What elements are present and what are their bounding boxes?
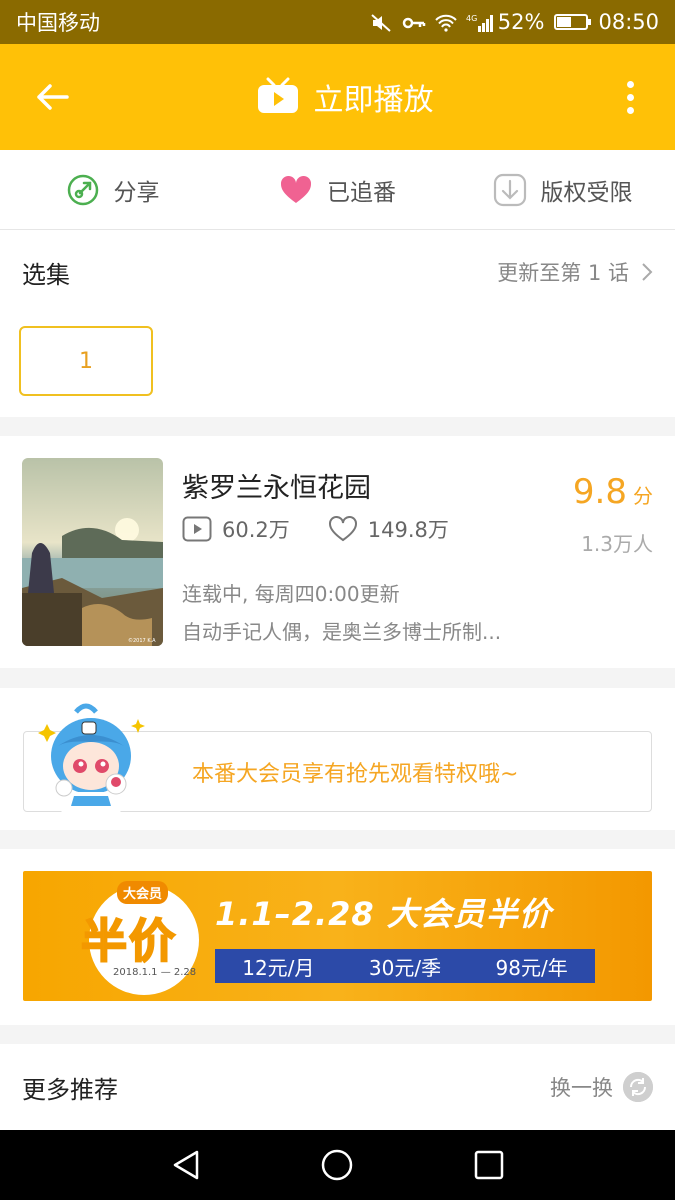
battery-fill [557, 17, 572, 27]
score-value: 9.8 [572, 472, 627, 512]
more-recommend-header: 更多推荐 换一换 [0, 1044, 675, 1130]
anime-title: 紫罗兰永恒花园 [182, 473, 371, 504]
mascot-image [36, 700, 146, 820]
vip-promo-section: 本番大会员享有抢先观看特权哦~ [0, 688, 675, 830]
favorite-count-value: 149.8万 [367, 518, 449, 542]
vip-sale-section: 大会员 半价 2018.1.1 — 2.28 1.1–2.28 大会员半价 12… [0, 849, 675, 1025]
refresh-icon [623, 1072, 653, 1102]
price-month: 12元/月 [242, 955, 315, 980]
svg-text:4G: 4G [466, 14, 477, 23]
back-arrow-icon [37, 84, 69, 110]
price-year: 98元/年 [495, 955, 568, 980]
carrier-label: 中国移动 [16, 11, 100, 35]
nav-recent-button[interactable] [467, 1143, 511, 1187]
update-label: 更新至第 1 话 [497, 261, 629, 285]
vip-sale-banner[interactable]: 大会员 半价 2018.1.1 — 2.28 1.1–2.28 大会员半价 12… [23, 871, 652, 1001]
chevron-right-icon [642, 263, 653, 281]
signal-icon: 4G [466, 13, 493, 32]
play-count-value: 60.2万 [222, 518, 290, 542]
episode-section: 选集 更新至第 1 话 1 [0, 230, 675, 417]
clock: 08:50 [598, 10, 659, 34]
svg-text:©2017 K.A: ©2017 K.A [128, 637, 156, 644]
mute-icon [370, 13, 392, 32]
score-unit: 分 [633, 484, 653, 508]
play-now-button[interactable]: 立即播放 [256, 75, 434, 119]
status-bar: 中国移动 4G 52% 08:50 [0, 0, 675, 44]
share-icon [67, 174, 98, 205]
voter-count: 1.3万人 [581, 532, 653, 556]
half-price-text: 半价 [80, 913, 177, 969]
status-icons: 4G 52% 08:50 [370, 10, 659, 34]
nav-home-button[interactable] [315, 1143, 359, 1187]
back-button[interactable] [30, 75, 74, 119]
price-season: 30元/季 [368, 955, 442, 980]
follow-label: 已追番 [327, 179, 396, 206]
badge-dates: 2018.1.1 — 2.28 [113, 967, 197, 978]
swap-label: 换一换 [550, 1076, 613, 1100]
play-count: 60.2万 [182, 514, 290, 544]
heart-icon [280, 175, 312, 203]
anime-score: 9.8 分 [573, 472, 653, 512]
heart-outline-icon [328, 516, 357, 542]
app-bar: 立即播放 [0, 44, 675, 150]
anime-description: 自动手记人偶，是奥兰多博士所制... [182, 620, 502, 644]
battery-percent: 52% [497, 10, 545, 34]
page-title: 立即播放 [313, 83, 434, 118]
wifi-icon [434, 13, 457, 32]
sale-headline: 1.1–2.28 大会员半价 [215, 895, 552, 933]
anime-cover[interactable]: ©2017 K.A [22, 458, 163, 646]
anime-schedule: 连载中, 每周四0:00更新 [182, 582, 400, 606]
follow-button[interactable]: 已追番 [225, 150, 450, 229]
nav-recent-icon [474, 1150, 504, 1180]
episode-button[interactable]: 1 [19, 326, 153, 396]
badge-tag: 大会员 [117, 881, 169, 904]
more-recommend-title: 更多推荐 [22, 1075, 118, 1104]
battery-icon [554, 14, 592, 30]
share-button[interactable]: 分享 [0, 150, 225, 229]
anime-stats: 60.2万 149.8万 [182, 514, 487, 544]
price-bar: 12元/月 30元/季 98元/年 [215, 949, 595, 983]
swap-button[interactable]: 换一换 [550, 1072, 653, 1102]
nav-home-icon [322, 1149, 353, 1181]
episode-update-link[interactable]: 更新至第 1 话 [497, 257, 653, 287]
nav-back-button[interactable] [164, 1143, 208, 1187]
episode-title: 选集 [22, 260, 70, 289]
action-row: 分享 已追番 版权受限 [0, 150, 675, 230]
anime-info-card: ©2017 K.A 紫罗兰永恒花园 60.2万 149.8万 连载中, 每周四0… [0, 436, 675, 668]
nav-back-icon [173, 1150, 199, 1180]
download-button[interactable]: 版权受限 [450, 150, 675, 229]
play-count-icon [182, 516, 212, 542]
more-vert-icon[interactable] [615, 75, 645, 119]
vip-promo-text: 本番大会员享有抢先观看特权哦~ [192, 761, 519, 787]
favorite-count: 149.8万 [328, 514, 449, 544]
download-icon [493, 173, 526, 206]
download-label: 版权受限 [540, 179, 633, 206]
system-nav-bar [0, 1130, 675, 1200]
share-label: 分享 [113, 179, 160, 206]
tv-play-icon [257, 77, 298, 113]
key-icon [402, 13, 426, 31]
